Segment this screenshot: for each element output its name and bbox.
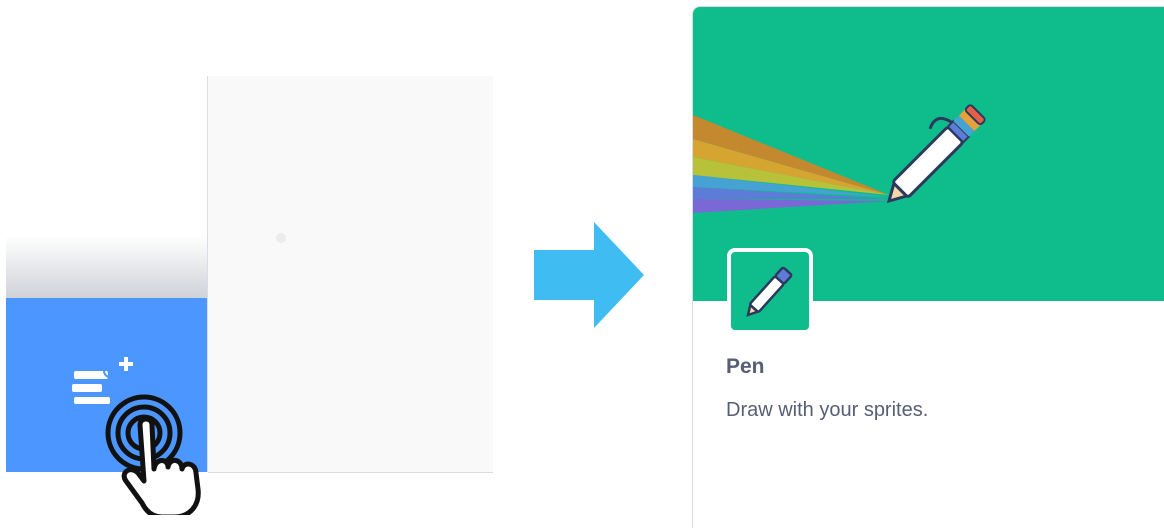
right-arrow-icon (534, 222, 644, 337)
pen-icon-tile (727, 248, 813, 334)
card-title: Pen (726, 355, 765, 378)
workspace-dot (276, 233, 286, 243)
card-description: Draw with your sprites. (726, 399, 929, 421)
pen-icon (746, 266, 793, 317)
tap-hand-cursor-icon (96, 385, 256, 520)
pen-extension-card[interactable]: Pen Draw with your sprites. (692, 6, 1164, 528)
palette-scroll-fade (6, 236, 207, 298)
